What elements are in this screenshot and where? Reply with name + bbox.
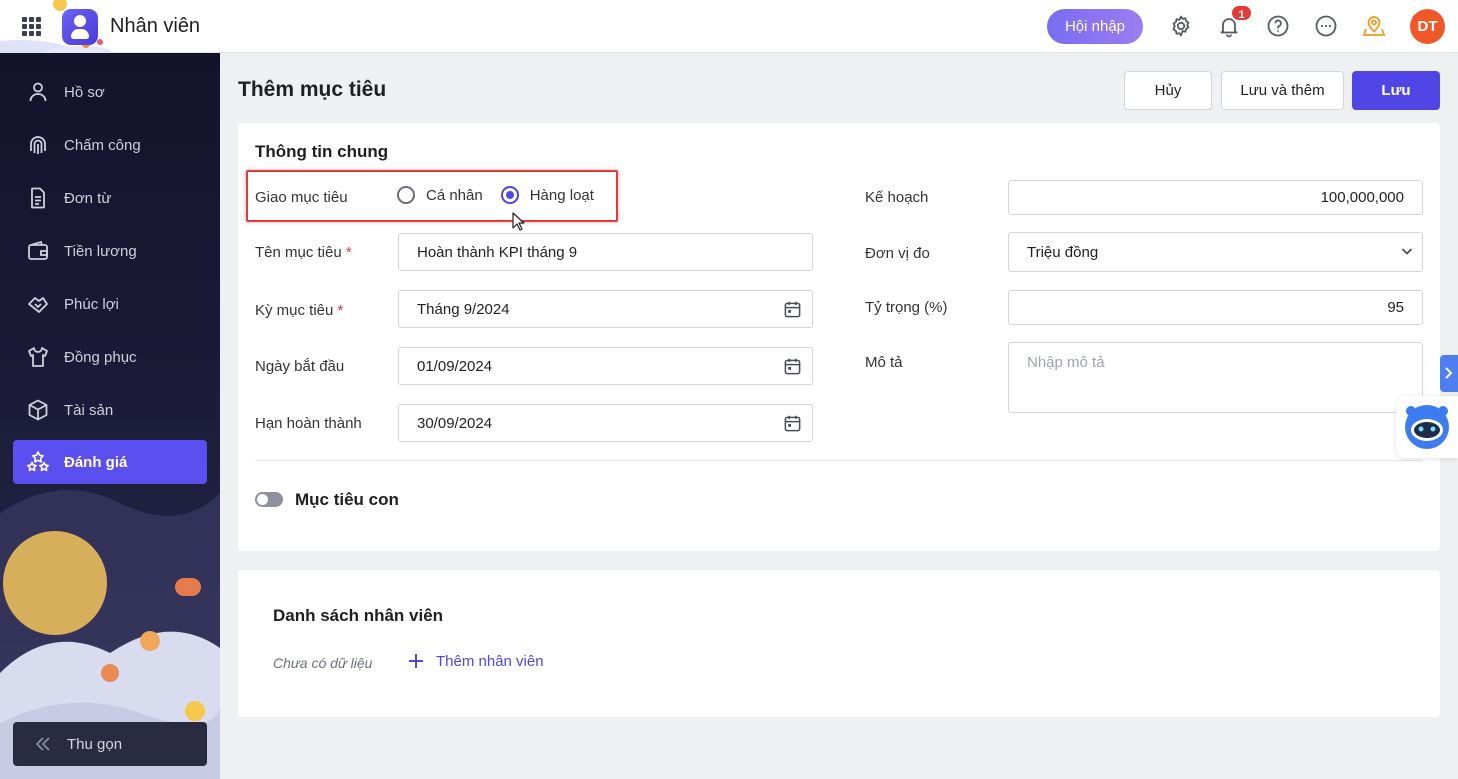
box-icon — [28, 399, 48, 421]
divider — [255, 460, 1422, 461]
unit-label: Đơn vị đo — [865, 245, 930, 262]
radio-ca-nhan-label: Cá nhân — [426, 186, 483, 204]
unit-select[interactable]: Triệu đồng — [1008, 232, 1423, 272]
avatar[interactable]: DT — [1410, 9, 1445, 44]
subgoal-label: Mục tiêu con — [295, 490, 399, 509]
assign-radio-group: Cá nhân Hàng loạt — [397, 186, 594, 204]
name-value: Hoàn thành KPI tháng 9 — [417, 243, 578, 261]
handshake-icon — [28, 297, 48, 313]
sidebar-item-ho-so[interactable]: Hồ sơ — [13, 70, 207, 114]
assign-label: Giao mục tiêu — [255, 189, 348, 206]
user-icon — [29, 82, 47, 102]
app-logo — [62, 9, 98, 45]
sidebar-item-dong-phuc[interactable]: Đồng phục — [13, 335, 207, 379]
weight-input[interactable]: 95 — [1008, 290, 1423, 325]
sidebar-item-label: Đồng phục — [64, 348, 137, 366]
plan-value: 100,000,000 — [1320, 189, 1404, 206]
sidebar-item-label: Chấm công — [64, 136, 141, 154]
sidebar-item-label: Phúc lợi — [64, 295, 119, 313]
collapse-button[interactable]: Thu gọn — [13, 722, 207, 766]
help-icon[interactable] — [1266, 14, 1290, 38]
add-employee-button[interactable]: Thêm nhân viên — [407, 652, 544, 670]
sidebar-item-tai-san[interactable]: Tài sản — [13, 388, 207, 432]
deadline-label: Hạn hoàn thành — [255, 415, 362, 432]
double-chevron-left-icon — [35, 737, 50, 751]
sidebar-item-don-tu[interactable]: Đơn từ — [13, 176, 207, 220]
employee-section-title: Danh sách nhân viên — [273, 606, 444, 625]
calendar-icon[interactable] — [783, 300, 802, 319]
cancel-button[interactable]: Hủy — [1124, 71, 1212, 110]
start-date-value: 01/09/2024 — [417, 357, 493, 375]
period-label: Kỳ mục tiêu * — [255, 302, 343, 319]
collapse-label: Thu gọn — [67, 735, 123, 753]
start-date-input[interactable]: 01/09/2024 — [398, 347, 813, 385]
stars-icon — [27, 451, 49, 472]
top-bar: Nhân viên Hội nhập 1 DT — [0, 0, 1458, 53]
name-label-text: Tên mục tiêu — [255, 244, 342, 261]
radio-hang-loat-label: Hàng loạt — [529, 186, 594, 204]
save-and-add-button[interactable]: Lưu và thêm — [1221, 71, 1344, 110]
radio-hang-loat[interactable] — [500, 186, 519, 204]
save-button[interactable]: Lưu — [1352, 71, 1440, 110]
sidebar-item-label: Đơn từ — [64, 189, 112, 207]
app-title: Nhân viên — [110, 15, 201, 37]
required-mark: * — [345, 244, 352, 261]
radio-ca-nhan[interactable] — [397, 186, 415, 204]
hoi-nhap-button[interactable]: Hội nhập — [1047, 9, 1143, 44]
weight-label: Tỷ trọng (%) — [865, 299, 948, 316]
required-mark: * — [337, 302, 344, 319]
deadline-input[interactable]: 30/09/2024 — [398, 404, 813, 442]
fingerprint-icon — [30, 136, 46, 154]
unit-value: Triệu đồng — [1027, 243, 1099, 261]
empty-text: Chưa có dữ liệu — [273, 655, 373, 671]
notification-badge: 1 — [1230, 4, 1253, 22]
sidebar-item-cham-cong[interactable]: Chấm công — [13, 123, 207, 167]
calendar-icon[interactable] — [783, 357, 802, 376]
period-value: Tháng 9/2024 — [417, 300, 510, 318]
chatbot-button[interactable] — [1396, 396, 1458, 458]
page-title: Thêm mục tiêu — [238, 78, 387, 101]
sidebar-item-label: Đánh giá — [64, 453, 128, 471]
more-icon[interactable] — [1314, 14, 1338, 38]
add-employee-label: Thêm nhân viên — [436, 652, 544, 670]
location-icon[interactable] — [1362, 14, 1386, 38]
chevron-down-icon — [1401, 248, 1413, 255]
general-section-title: Thông tin chung — [255, 142, 389, 161]
gear-icon[interactable] — [1169, 14, 1193, 38]
sidebar: Hồ sơ Chấm công Đơn từ Tiền lương Phúc l… — [0, 53, 220, 779]
start-label: Ngày bắt đầu — [255, 358, 345, 375]
calendar-icon[interactable] — [783, 414, 802, 433]
wallet-icon — [28, 240, 48, 260]
document-icon — [31, 187, 45, 209]
plus-icon — [409, 654, 423, 668]
sidebar-item-label: Hồ sơ — [64, 83, 105, 101]
sidebar-item-label: Tiền lương — [64, 242, 137, 260]
apps-grid-icon[interactable] — [20, 15, 42, 37]
sidebar-item-label: Tài sản — [64, 401, 114, 419]
robot-icon — [1405, 405, 1449, 449]
subgoal-toggle[interactable] — [255, 492, 283, 507]
period-input[interactable]: Tháng 9/2024 — [398, 290, 813, 328]
plan-label: Kế hoạch — [865, 189, 929, 206]
name-label: Tên mục tiêu * — [255, 244, 352, 261]
expand-panel-tab[interactable] — [1440, 355, 1458, 392]
sidebar-item-tien-luong[interactable]: Tiền lương — [13, 229, 207, 273]
description-textarea[interactable]: Nhập mô tả — [1008, 342, 1423, 413]
weight-value: 95 — [1387, 299, 1404, 316]
period-label-text: Kỳ mục tiêu — [255, 302, 334, 319]
name-input[interactable]: Hoàn thành KPI tháng 9 — [398, 233, 813, 271]
chevron-right-icon — [1445, 367, 1453, 379]
plan-input[interactable]: 100,000,000 — [1008, 180, 1423, 215]
description-placeholder: Nhập mô tả — [1027, 354, 1105, 371]
deadline-value: 30/09/2024 — [417, 414, 493, 432]
sidebar-item-phuc-loi[interactable]: Phúc lợi — [13, 282, 207, 326]
desc-label: Mô tả — [865, 354, 903, 371]
employee-list-card — [238, 570, 1440, 717]
shirt-icon — [28, 347, 48, 367]
